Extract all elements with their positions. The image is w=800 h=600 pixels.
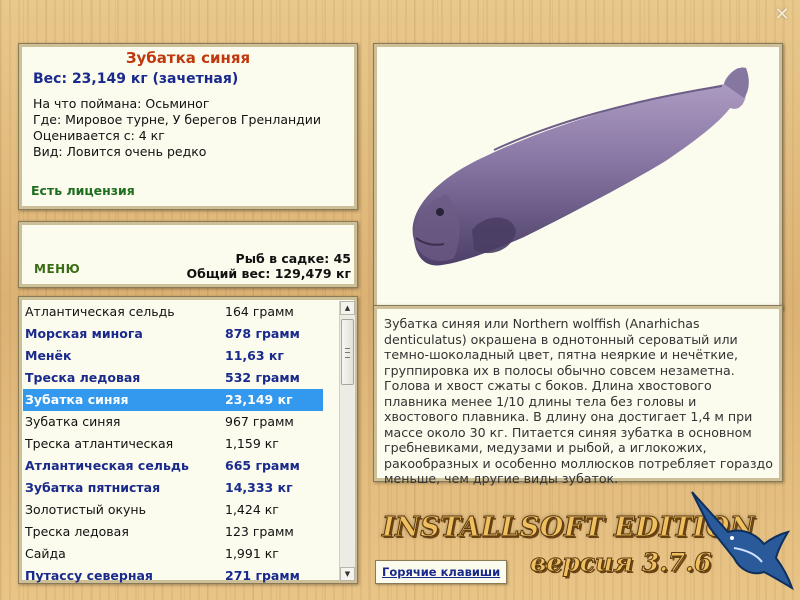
fish-count: Рыб в садке: 45	[235, 251, 351, 266]
license-status: Есть лицензия	[31, 183, 135, 198]
fish-title: Зубатка синяя	[125, 49, 251, 67]
list-item-weight: 878 грамм	[225, 326, 300, 341]
list-item[interactable]: Менёк 11,63 кг	[23, 345, 323, 367]
list-item-weight: 1,159 кг	[225, 436, 279, 451]
list-item-name: Треска атлантическая	[25, 436, 174, 451]
scroll-thumb[interactable]	[341, 319, 354, 385]
fish-body	[412, 68, 746, 266]
fish-image-panel	[373, 43, 783, 310]
scroll-up-button[interactable]: ▲	[340, 301, 355, 315]
list-item-name: Сайда	[25, 546, 66, 561]
list-item-name: Атлантическая сельдь	[25, 458, 189, 473]
list-item[interactable]: Морская минога 878 грамм	[23, 323, 323, 345]
fish-info-panel: Зубатка синяя Вес: 23,149 кг (зачетная) …	[18, 43, 358, 210]
list-item-name: Зубатка синяя	[25, 392, 129, 407]
description-panel: Зубатка синяя или Northern wolffish (Ana…	[373, 305, 783, 486]
list-item[interactable]: Атлантическая сельдь 665 грамм	[23, 455, 323, 477]
list-item[interactable]: Зубатка синяя 967 грамм	[23, 411, 323, 433]
fish-description: Зубатка синяя или Northern wolffish (Ana…	[384, 316, 773, 486]
version-label: версия 3.7.6	[529, 548, 712, 578]
list-item-name: Зубатка синяя	[25, 414, 121, 429]
list-item-weight: 967 грамм	[225, 414, 294, 429]
fish-list-panel: Атлантическая сельдь 164 грамм Морская мин…	[18, 296, 358, 584]
list-item-name: Золотистый окунь	[25, 502, 146, 517]
list-item-weight: 1,424 кг	[225, 502, 279, 517]
list-item[interactable]: Зубатка синяя 23,149 кг	[23, 389, 323, 411]
rarity-info: Вид: Ловится очень редко	[33, 144, 207, 159]
keepnet-stats-panel: МЕНЮ Рыб в садке: 45 Общий вес: 129,479 …	[18, 221, 358, 288]
list-item-weight: 23,149 кг	[225, 392, 293, 407]
hotkeys-button[interactable]: Горячие клавиши	[375, 560, 508, 584]
marlin-logo-icon	[691, 491, 794, 591]
list-item-name: Треска ледовая	[25, 370, 141, 385]
grip-icon	[345, 348, 350, 358]
list-item-name: Треска ледовая	[25, 524, 129, 539]
bait-info: На что поймана: Осьминог	[33, 96, 210, 111]
scroll-down-button[interactable]: ▼	[340, 567, 355, 581]
list-item-name: Морская минога	[25, 326, 143, 341]
total-weight: Общий вес: 129,479 кг	[186, 266, 352, 281]
list-item[interactable]: Зубатка пятнистая 14,333 кг	[23, 477, 323, 499]
rating-info: Оценивается с: 4 кг	[33, 128, 165, 143]
list-scrollbar[interactable]: ▲ ▼	[339, 301, 355, 581]
menu-button[interactable]: МЕНЮ	[34, 262, 80, 276]
list-item[interactable]: Треска ледовая 123 грамм	[23, 521, 323, 543]
list-item-weight: 164 грамм	[225, 304, 294, 319]
list-item[interactable]: Треска атлантическая 1,159 кг	[23, 433, 323, 455]
list-item-name: Атлантическая сельдь	[25, 304, 175, 319]
list-item[interactable]: Атлантическая сельдь 164 грамм	[23, 301, 323, 323]
list-item[interactable]: Золотистый окунь 1,424 кг	[23, 499, 323, 521]
fish-picture	[412, 67, 749, 266]
list-item-weight: 665 грамм	[225, 458, 300, 473]
list-item-name: Менёк	[25, 348, 72, 363]
location-info: Где: Мировое турне, У берегов Гренландии	[33, 112, 322, 127]
list-item-weight: 271 грамм	[225, 568, 300, 583]
close-icon[interactable]: ✕	[773, 6, 791, 24]
list-item-weight: 14,333 кг	[225, 480, 293, 495]
list-item-name: Путассу северная	[25, 568, 153, 583]
fish-list[interactable]: Атлантическая сельдь 164 грамм Морская мин…	[23, 301, 323, 583]
list-item[interactable]: Треска ледовая 532 грамм	[23, 367, 323, 389]
list-item-name: Зубатка пятнистая	[25, 480, 161, 495]
list-item-weight: 11,63 кг	[225, 348, 284, 363]
list-item-weight: 1,991 кг	[225, 546, 279, 561]
fish-weight: Вес: 23,149 кг (зачетная)	[33, 71, 239, 87]
list-item[interactable]: Путассу северная 271 грамм	[23, 565, 323, 583]
list-item-weight: 532 грамм	[225, 370, 300, 385]
list-item[interactable]: Сайда 1,991 кг	[23, 543, 323, 565]
list-item-weight: 123 грамм	[225, 524, 294, 539]
